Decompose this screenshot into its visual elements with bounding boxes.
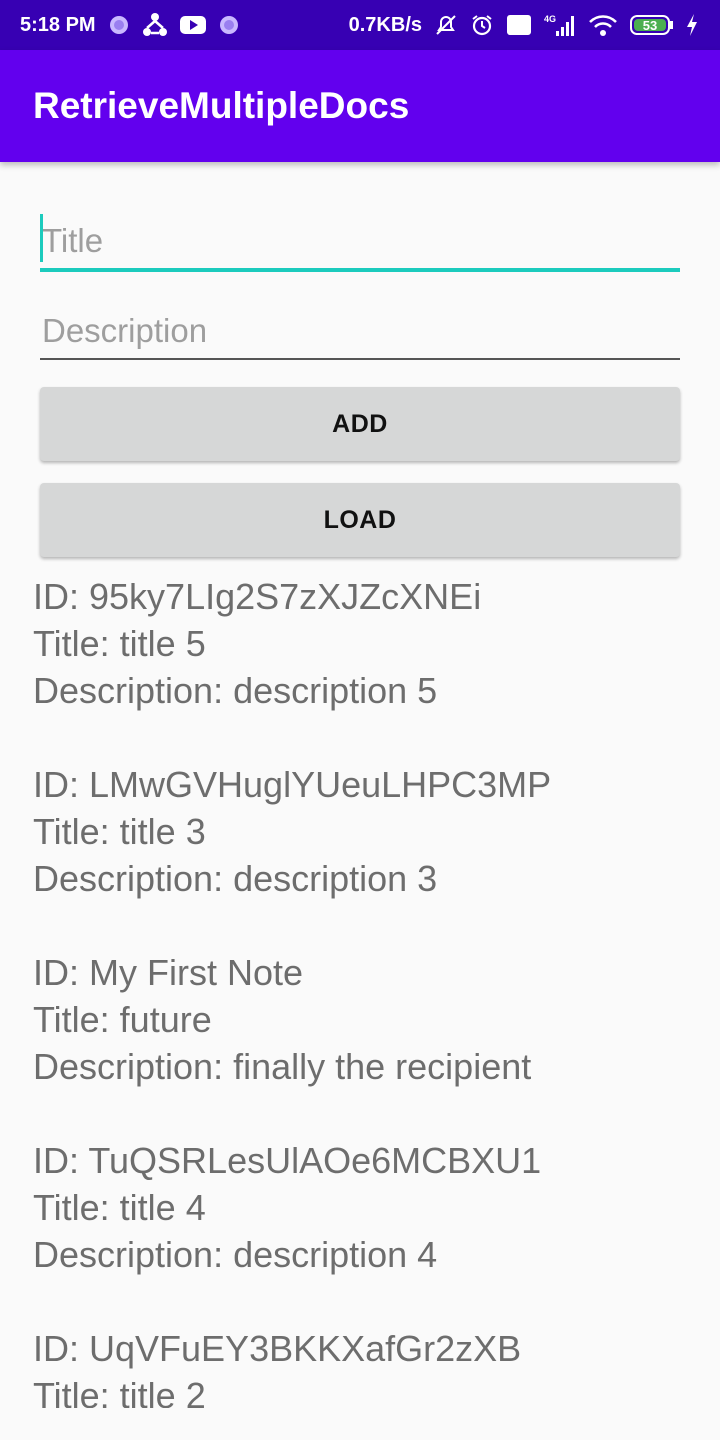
description-input[interactable]: [40, 298, 680, 360]
volte-icon: [506, 13, 532, 37]
record-title: Title: title 4: [33, 1187, 206, 1228]
wifi-icon: [588, 13, 618, 37]
share-sync-icon: [142, 12, 168, 38]
description-underline: [40, 358, 680, 360]
signal-icon: 4G: [544, 13, 576, 37]
text-cursor: [40, 214, 43, 262]
alarm-clock-icon: [470, 13, 494, 37]
charging-icon: [686, 13, 698, 37]
record-description: Description: description 4: [33, 1234, 438, 1275]
battery-icon: 53: [630, 13, 674, 37]
network-type-label: 4G: [544, 14, 556, 24]
record-id: ID: My First Note: [33, 952, 304, 993]
status-bar: 5:18 PM 0.7KB/s 4G 53: [0, 0, 720, 50]
record-id: ID: 95ky7LIg2S7zXJZcXNEi: [33, 576, 482, 617]
result-record: ID: LMwGVHuglYUeuLHPC3MP Title: title 3 …: [33, 761, 693, 902]
app-title: RetrieveMultipleDocs: [33, 85, 410, 126]
battery-level: 53: [643, 18, 657, 33]
app-bar: RetrieveMultipleDocs: [0, 50, 720, 162]
description-field: [40, 298, 680, 360]
result-record: ID: UqVFuEY3BKKXafGr2zXB Title: title 2: [33, 1325, 693, 1408]
title-underline: [40, 268, 680, 272]
record-title: Title: title 5: [33, 623, 206, 664]
status-right: 0.7KB/s 4G 53: [349, 13, 698, 37]
record-id: ID: UqVFuEY3BKKXafGr2zXB: [33, 1328, 522, 1369]
status-left: 5:18 PM: [20, 12, 240, 38]
title-field: [40, 208, 680, 272]
record-title: Title: future: [33, 999, 212, 1040]
record-description: Description: finally the recipient: [33, 1046, 532, 1087]
load-button[interactable]: LOAD: [40, 483, 680, 557]
result-record: ID: My First Note Title: future Descript…: [33, 949, 693, 1090]
result-record: ID: TuQSRLesUlAOe6MCBXU1 Title: title 4 …: [33, 1137, 693, 1278]
record-title: Title: title 3: [33, 811, 206, 852]
notification-dot-icon: [108, 14, 130, 36]
result-record: ID: 95ky7LIg2S7zXJZcXNEi Title: title 5 …: [33, 573, 693, 714]
status-time: 5:18 PM: [20, 13, 96, 36]
record-id: ID: TuQSRLesUlAOe6MCBXU1: [33, 1140, 542, 1181]
youtube-icon: [179, 15, 206, 35]
title-input[interactable]: [40, 208, 680, 270]
record-description: Description: description 3: [33, 858, 438, 899]
record-description: Description: description 5: [33, 670, 438, 711]
record-title: Title: title 2: [33, 1375, 206, 1408]
mute-alarm-icon: [434, 13, 458, 37]
add-button[interactable]: ADD: [40, 387, 680, 461]
notification-dot-icon: [218, 14, 240, 36]
results-text: ID: 95ky7LIg2S7zXJZcXNEi Title: title 5 …: [33, 573, 693, 1408]
network-speed: 0.7KB/s: [348, 13, 422, 36]
record-id: ID: LMwGVHuglYUeuLHPC3MP: [33, 764, 552, 805]
